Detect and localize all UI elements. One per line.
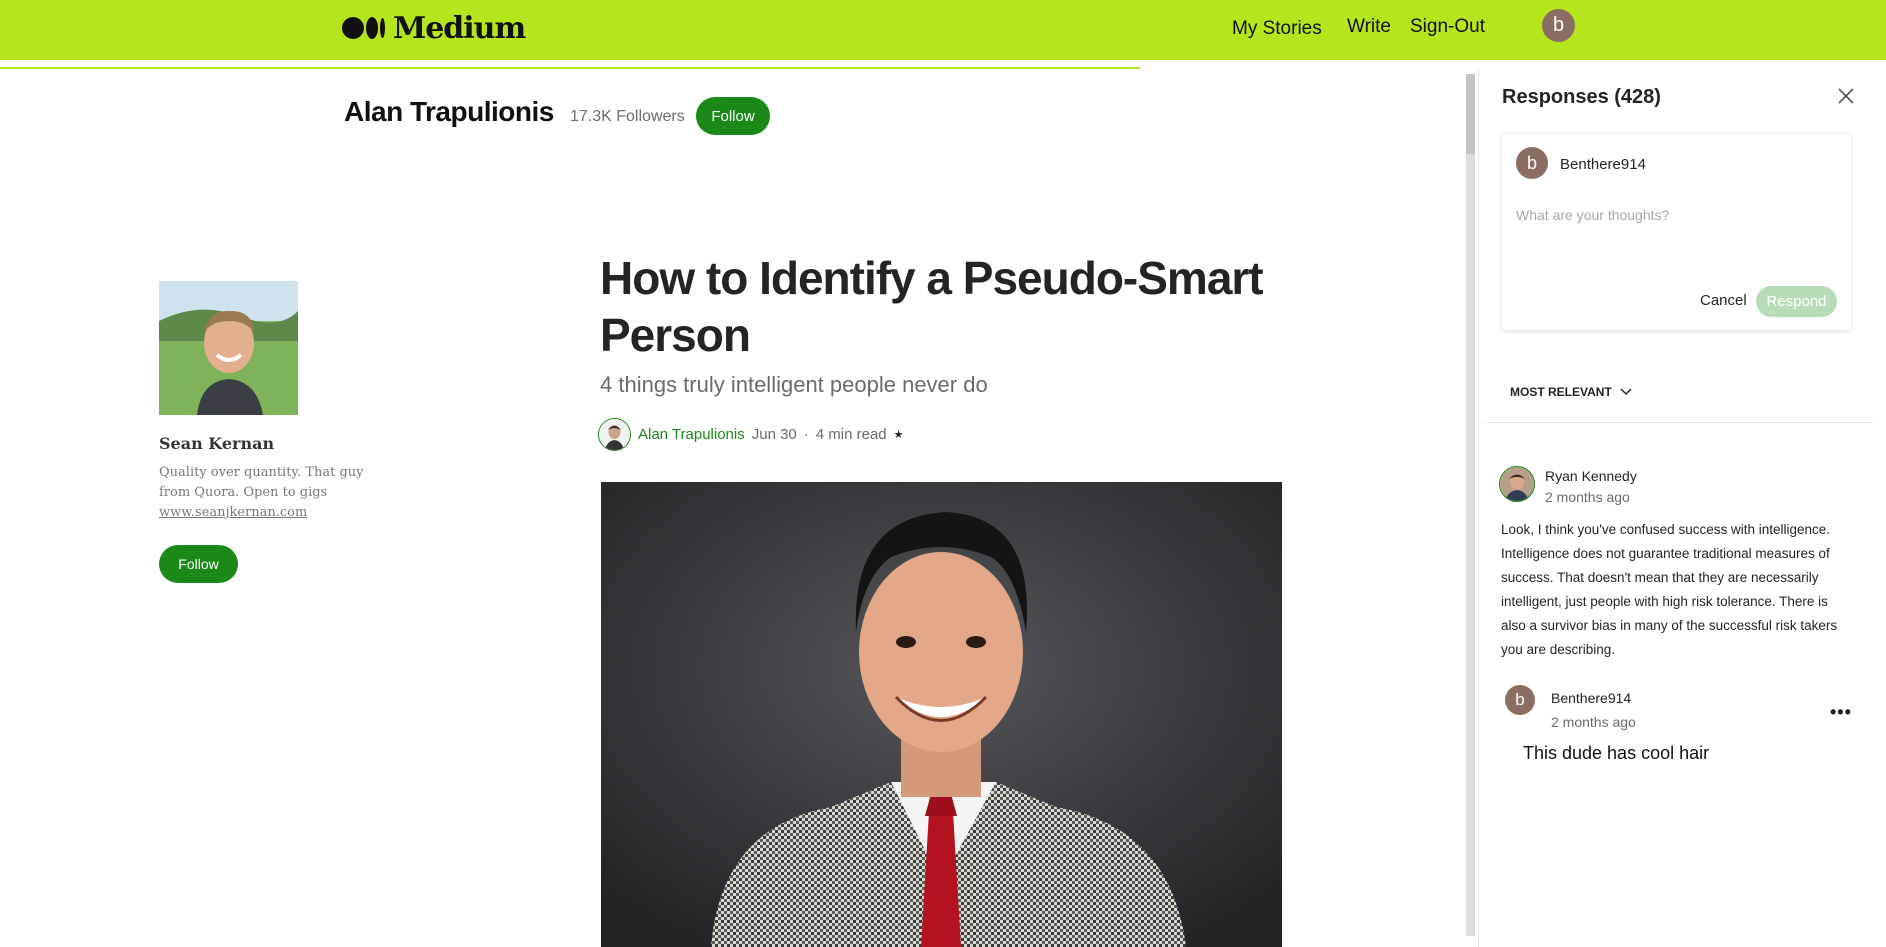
responses-title: Responses (428) [1502, 86, 1661, 108]
article-date: Jun 30 [751, 426, 797, 443]
article-subtitle: 4 things truly intelligent people never … [600, 372, 988, 397]
medium-logo-icon [342, 17, 385, 39]
byline-avatar[interactable] [598, 418, 631, 451]
top-nav-bar [0, 0, 1886, 62]
close-icon [1838, 88, 1854, 104]
article-title: How to Identify a Pseudo-Smart Person [600, 252, 1264, 361]
logo-text: Medium [393, 10, 526, 46]
chevron-down-icon [1620, 388, 1632, 396]
byline-author-link[interactable]: Alan Trapulionis [638, 426, 745, 443]
comment-avatar[interactable] [1499, 466, 1535, 502]
profile-bio: Quality over quantity. That guy from Quo… [159, 465, 364, 500]
composer-avatar: b [1516, 147, 1548, 179]
nav-underline [0, 67, 1140, 69]
nav-write-link[interactable]: Write [1347, 16, 1391, 38]
nav-sign-out-link[interactable]: Sign-Out [1410, 16, 1485, 38]
response-input[interactable] [1516, 200, 1836, 230]
profile-website-link[interactable]: www.seanjkernan.com [159, 505, 307, 520]
author-followers-count[interactable]: 17.3K Followers [570, 108, 685, 126]
user-avatar[interactable]: b [1542, 9, 1575, 42]
respond-button[interactable]: Respond [1756, 286, 1837, 317]
nav-my-stories-link[interactable]: My Stories [1232, 18, 1322, 40]
more-options-icon[interactable]: ••• [1830, 702, 1852, 723]
profile-follow-button[interactable]: Follow [159, 545, 238, 583]
byline-separator: · [803, 426, 809, 443]
author-follow-button[interactable]: Follow [696, 97, 770, 135]
comment-username[interactable]: Benthere914 [1551, 690, 1631, 706]
read-time: 4 min read [815, 426, 887, 443]
comment-username[interactable]: Ryan Kennedy [1545, 468, 1637, 484]
sort-dropdown[interactable]: MOST RELEVANT [1510, 385, 1632, 399]
article-scrollbar-thumb[interactable] [1466, 74, 1475, 154]
profile-photo[interactable] [159, 281, 298, 415]
medium-logo[interactable]: Medium [342, 11, 526, 46]
divider [1483, 422, 1873, 423]
article-hero-image [601, 482, 1282, 947]
comment-timestamp[interactable]: 2 months ago [1551, 714, 1636, 730]
sort-label: MOST RELEVANT [1510, 385, 1612, 399]
profile-name[interactable]: Sean Kernan [159, 434, 274, 453]
article-byline: Alan Trapulionis Jun 30 · 4 min read ★ [598, 418, 904, 451]
comment-timestamp[interactable]: 2 months ago [1545, 489, 1630, 505]
comment-text: This dude has cool hair [1523, 743, 1710, 763]
publication-author-name[interactable]: Alan Trapulionis [344, 96, 554, 128]
star-icon: ★ [893, 429, 904, 441]
comment-avatar[interactable]: b [1505, 685, 1535, 715]
close-responses-button[interactable] [1836, 86, 1856, 106]
cancel-button[interactable]: Cancel [1700, 292, 1747, 309]
comment-text: Look, I think you've confused success wi… [1501, 522, 1838, 657]
article-scrollbar[interactable] [1466, 74, 1475, 936]
composer-username: Benthere914 [1560, 156, 1646, 173]
